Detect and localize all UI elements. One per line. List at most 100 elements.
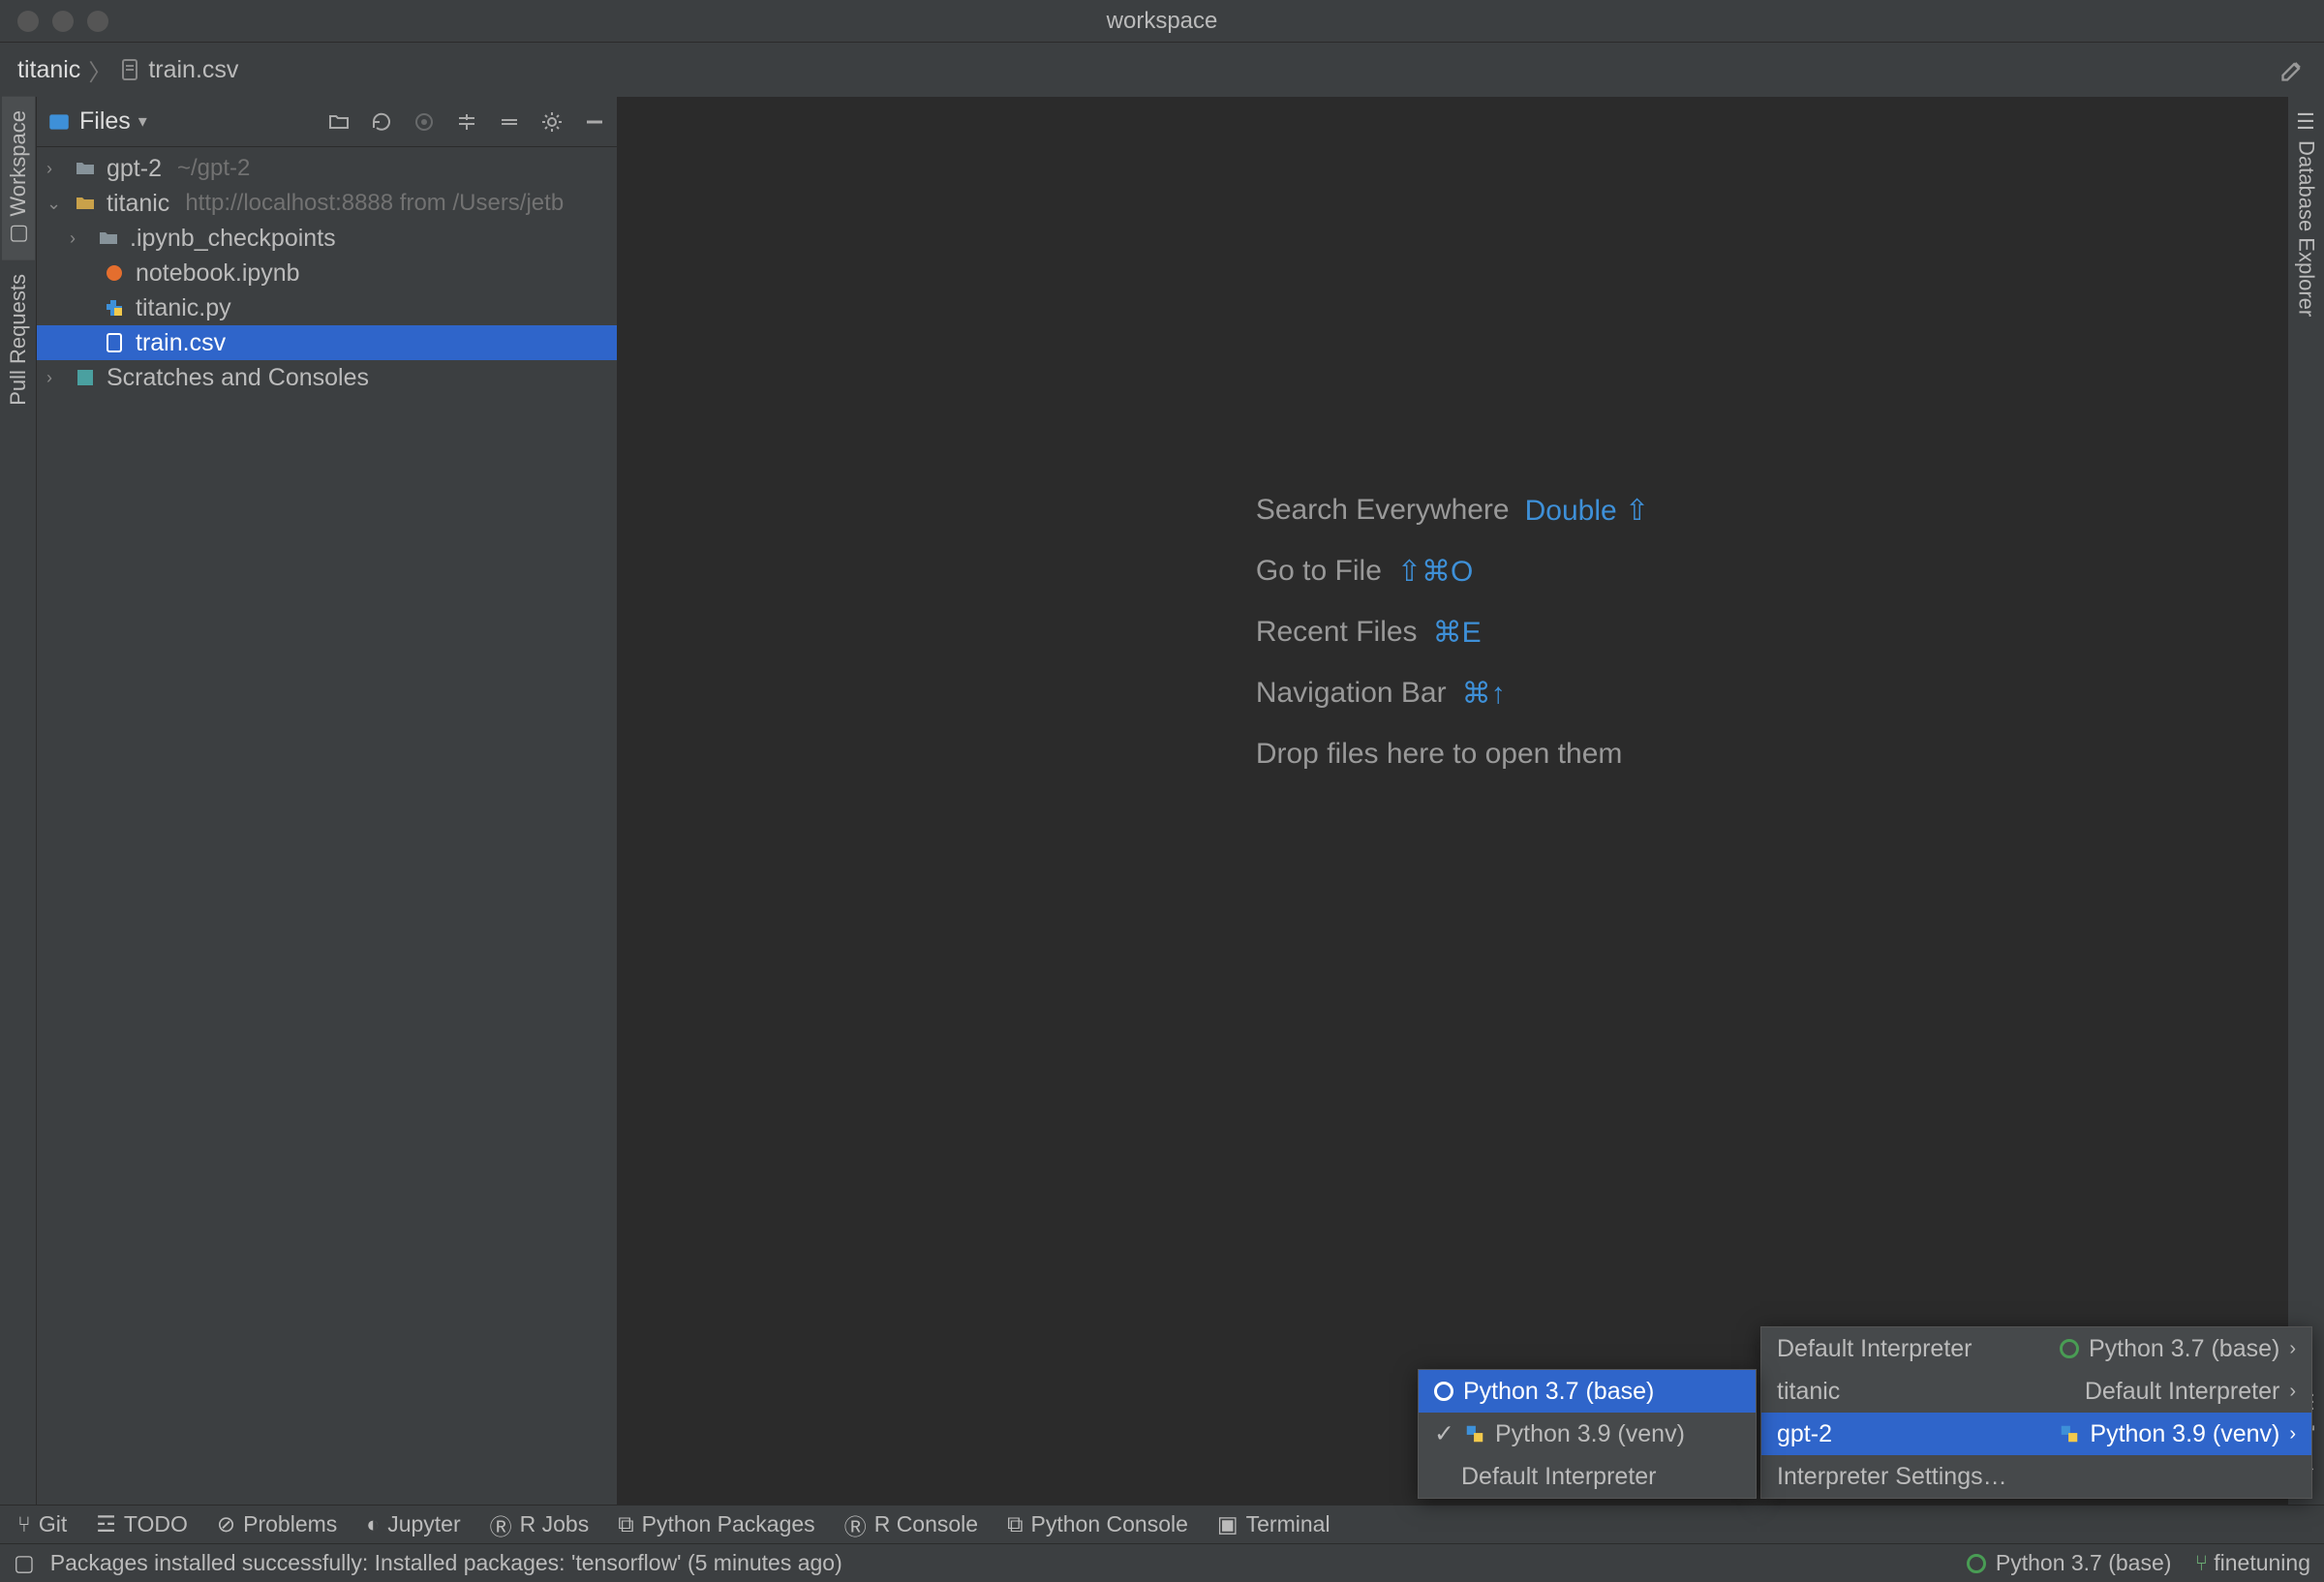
tool-label: TODO [124, 1511, 188, 1537]
tree-label: train.csv [136, 329, 226, 357]
subpopup-default[interactable]: Default Interpreter [1419, 1455, 1756, 1498]
popup-label: Interpreter Settings… [1777, 1463, 2007, 1491]
status-indicator-icon[interactable]: ▢ [14, 1550, 35, 1576]
check-icon: ✓ [1434, 1419, 1454, 1448]
tool-terminal[interactable]: ▣Terminal [1217, 1511, 1330, 1537]
database-icon: ☰ [2294, 110, 2319, 135]
left-rail: ▢ Workspace Pull Requests [0, 97, 37, 1505]
new-folder-icon[interactable] [326, 109, 352, 135]
tool-python-packages[interactable]: ⧉ Python Packages [618, 1511, 814, 1537]
tool-label: Problems [243, 1511, 337, 1537]
folder-icon [74, 157, 99, 180]
minimize-window[interactable] [52, 11, 74, 32]
tool-todo[interactable]: ☲TODO [96, 1511, 188, 1537]
tree-file-train-csv[interactable]: train.csv [37, 325, 617, 360]
tool-rjobs[interactable]: Ⓡ R Jobs [490, 1508, 590, 1541]
python-icon [103, 296, 128, 319]
file-tree: › gpt-2 ~/gpt-2 ⌄ titanic http://localho… [37, 147, 617, 399]
panel-title-label: Files [79, 107, 131, 136]
tree-path: ~/gpt-2 [177, 155, 250, 182]
maximize-window[interactable] [87, 11, 108, 32]
tree-folder-titanic[interactable]: ⌄ titanic http://localhost:8888 from /Us… [37, 186, 617, 221]
popup-project-gpt2[interactable]: gpt-2 Python 3.9 (venv) › [1761, 1413, 2311, 1455]
subpopup-py37[interactable]: Python 3.7 (base) [1419, 1370, 1756, 1413]
minimize-panel-icon[interactable] [582, 109, 607, 135]
hint-label: Recent Files [1256, 616, 1418, 649]
chevron-right-icon: › [46, 368, 66, 388]
r-icon: Ⓡ [490, 1508, 512, 1541]
hint-shortcut: ⌘↑ [1462, 677, 1506, 711]
hint-search-everywhere: Search Everywhere Double ⇧ [1256, 494, 1649, 528]
chevron-right-icon: › [2289, 1423, 2296, 1445]
popup-value: Python 3.9 (venv) [2090, 1420, 2279, 1448]
subpopup-py39[interactable]: ✓ Python 3.9 (venv) [1419, 1413, 1756, 1455]
jupyter-icon: ◐ [366, 1511, 380, 1537]
popup-default-interpreter[interactable]: Default Interpreter Python 3.7 (base) › [1761, 1327, 2311, 1370]
file-icon [119, 58, 142, 81]
popup-interpreter-settings[interactable]: Interpreter Settings… [1761, 1455, 2311, 1498]
gear-icon[interactable] [539, 109, 565, 135]
tool-rconsole[interactable]: ⓇR Console [844, 1508, 978, 1541]
right-rail: ☰ Database Explorer ☰ Jupyter [2287, 97, 2324, 1505]
branch-icon: ⑂ [2194, 1550, 2208, 1576]
popup-label: titanic [1777, 1378, 1840, 1406]
tree-file-titanic-py[interactable]: titanic.py [37, 290, 617, 325]
project-panel: Files ▾ › gpt-2 ~/gpt-2 ⌄ [37, 97, 618, 1505]
collapse-icon[interactable] [497, 109, 522, 135]
tool-label: R Jobs [520, 1511, 590, 1537]
hint-shortcut: Double ⇧ [1525, 494, 1650, 528]
jupyter-icon [103, 261, 128, 285]
files-icon [46, 109, 72, 135]
status-interpreter[interactable]: Python 3.7 (base) [1967, 1550, 2172, 1576]
package-icon: ⧉ [618, 1511, 633, 1537]
popup-label: Python 3.9 (venv) [1495, 1420, 1685, 1448]
tree-label: notebook.ipynb [136, 259, 300, 288]
tree-label: .ipynb_checkpoints [130, 225, 336, 253]
popup-label: gpt-2 [1777, 1420, 1832, 1448]
hint-drop-files: Drop files here to open them [1256, 738, 1649, 771]
chevron-right-icon: › [2289, 1338, 2296, 1360]
chevron-right-icon: › [70, 228, 89, 249]
tree-folder-ipynb-checkpoints[interactable]: › .ipynb_checkpoints [37, 221, 617, 256]
python-icon [2059, 1423, 2080, 1445]
edit-icon[interactable] [2279, 56, 2307, 83]
tab-pull-requests[interactable]: Pull Requests [2, 260, 35, 419]
popup-label: Default Interpreter [1434, 1463, 1657, 1491]
popup-value: Python 3.7 (base) [2089, 1335, 2279, 1363]
tree-label: titanic.py [136, 294, 231, 322]
breadcrumb-project[interactable]: titanic [17, 56, 80, 84]
status-git-branch[interactable]: ⑂ finetuning [2194, 1550, 2310, 1576]
refresh-icon[interactable] [369, 109, 394, 135]
interpreter-ring-icon [2060, 1339, 2079, 1358]
tool-python-console[interactable]: ⧉Python Console [1007, 1511, 1188, 1537]
tool-label: Jupyter [387, 1511, 460, 1537]
tree-folder-gpt2[interactable]: › gpt-2 ~/gpt-2 [37, 151, 617, 186]
breadcrumb: titanic 〉 train.csv [0, 43, 2324, 97]
tool-jupyter[interactable]: ◐ Jupyter [366, 1511, 460, 1537]
warning-icon: ⊘ [217, 1511, 235, 1537]
tool-git[interactable]: ⑂ Git [17, 1511, 67, 1537]
tool-label: Git [39, 1511, 67, 1537]
editor-area[interactable]: Search Everywhere Double ⇧ Go to File ⇧⌘… [618, 97, 2287, 1505]
popup-value: Default Interpreter [2085, 1378, 2280, 1406]
tool-problems[interactable]: ⊘ Problems [217, 1511, 337, 1537]
chevron-right-icon: › [2289, 1381, 2296, 1403]
folder-icon [74, 192, 99, 215]
bottom-toolstrip: ⑂Git ☲TODO ⊘Problems ◐Jupyter ⓇR Jobs ⧉P… [0, 1505, 2324, 1543]
popup-project-titanic[interactable]: titanic Default Interpreter › [1761, 1370, 2311, 1413]
tab-workspace[interactable]: ▢ Workspace [2, 97, 35, 260]
target-icon[interactable] [412, 109, 437, 135]
expand-icon[interactable] [454, 109, 479, 135]
tree-scratches[interactable]: › Scratches and Consoles [37, 360, 617, 395]
panel-title[interactable]: Files ▾ [46, 107, 147, 136]
tree-file-notebook[interactable]: notebook.ipynb [37, 256, 617, 290]
breadcrumb-file[interactable]: train.csv [119, 56, 238, 84]
tool-label: Python Packages [642, 1511, 815, 1537]
tool-label: Terminal [1246, 1511, 1330, 1537]
git-icon: ⑂ [17, 1511, 31, 1537]
popup-label: Default Interpreter [1777, 1335, 1972, 1363]
tab-database-explorer[interactable]: ☰ Database Explorer [2290, 97, 2323, 330]
close-window[interactable] [17, 11, 39, 32]
hint-shortcut: ⌘E [1433, 616, 1482, 650]
scratches-icon [74, 366, 99, 389]
